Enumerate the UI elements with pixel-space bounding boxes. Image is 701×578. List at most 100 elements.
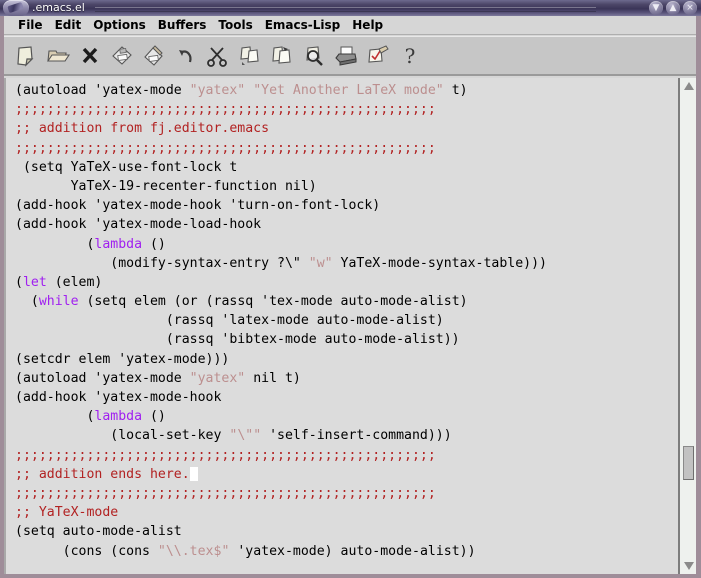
close-x-icon xyxy=(77,43,103,69)
code-line: (autoload 'yatex-mode "yatex" nil t) xyxy=(15,369,696,388)
code-token-comment: ;; addition ends here. xyxy=(15,466,190,482)
cut-button[interactable] xyxy=(202,39,234,73)
code-line: ;;;;;;;;;;;;;;;;;;;;;;;;;;;;;;;;;;;;;;;;… xyxy=(15,100,696,119)
code-line: (add-hook 'yatex-mode-hook xyxy=(15,388,696,407)
code-line: (lambda () xyxy=(15,407,696,426)
code-token-comment: ;;;;;;;;;;;;;;;;;;;;;;;;;;;;;;;;;;;;;;;;… xyxy=(15,485,436,501)
code-token-plain: nil t) xyxy=(245,370,301,386)
code-token-plain: (autoload 'yatex-mode xyxy=(15,370,190,386)
search-magnifier-icon xyxy=(301,43,327,69)
spellcheck-button[interactable] xyxy=(362,39,394,73)
window-controls: ▼ ▲ × xyxy=(649,1,697,15)
code-line: (while (setq elem (or (rassq 'tex-mode a… xyxy=(15,292,696,311)
code-line: ;; YaTeX-mode xyxy=(15,503,696,522)
code-token-string: "w" xyxy=(308,255,333,271)
paste-clipboard-icon xyxy=(269,43,295,69)
code-token-plain: () xyxy=(142,409,166,425)
code-token-plain: (add-hook 'yatex-mode-hook 'turn-on-font… xyxy=(15,198,381,214)
code-line: (rassq 'latex-mode auto-mode-alist) xyxy=(15,311,696,330)
code-token-plain: (autoload 'yatex-mode xyxy=(15,83,190,98)
code-token-plain: (modify-syntax-entry ?\" xyxy=(15,255,309,271)
title-bar-groove xyxy=(95,7,596,12)
new-file-icon xyxy=(13,43,39,69)
menu-item-emacs-lisp[interactable]: Emacs-Lisp xyxy=(259,16,347,34)
copy-pages-icon xyxy=(237,43,263,69)
menu-item-help[interactable]: Help xyxy=(346,16,389,34)
tool-bar: ? xyxy=(4,36,696,76)
close-buffer-button[interactable] xyxy=(74,39,106,73)
code-token-plain: t) xyxy=(443,83,468,98)
code-token-plain: ( xyxy=(15,236,95,252)
code-line: ;;;;;;;;;;;;;;;;;;;;;;;;;;;;;;;;;;;;;;;;… xyxy=(15,446,696,465)
code-token-plain: (add-hook 'yatex-mode-hook xyxy=(15,390,222,405)
menu-item-file[interactable]: File xyxy=(12,16,49,34)
left-fringe xyxy=(4,78,15,574)
paste-button[interactable] xyxy=(266,39,298,73)
code-line: (rassq 'bibtex-mode auto-mode-alist)) xyxy=(15,330,696,349)
menu-item-edit[interactable]: Edit xyxy=(49,16,88,34)
menu-bar: File Edit Options Buffers Tools Emacs-Li… xyxy=(4,16,696,35)
close-button[interactable]: × xyxy=(683,1,697,15)
code-line: (autoload 'yatex-mode "yatex" "Yet Anoth… xyxy=(15,81,696,100)
scroll-up-arrow[interactable] xyxy=(682,79,696,93)
code-token-plain: (cons (cons xyxy=(15,543,158,559)
code-token-keyword: while xyxy=(38,294,79,310)
code-token-plain: (setq auto-mode-alist xyxy=(15,524,182,540)
code-line: ;;;;;;;;;;;;;;;;;;;;;;;;;;;;;;;;;;;;;;;;… xyxy=(15,139,696,158)
code-text[interactable]: (autoload 'yatex-mode "yatex" "Yet Anoth… xyxy=(15,78,696,574)
code-token-comment: ;;;;;;;;;;;;;;;;;;;;;;;;;;;;;;;;;;;;;;;;… xyxy=(15,102,436,118)
save-disk-icon xyxy=(109,43,135,69)
code-token-plain: ( xyxy=(15,294,39,310)
code-token-plain: () xyxy=(142,236,166,252)
code-token-plain: 'yatex-mode) auto-mode-alist)) xyxy=(229,543,476,559)
search-button[interactable] xyxy=(298,39,330,73)
scroll-down-arrow[interactable] xyxy=(682,559,696,573)
code-token-plain: (setq elem (or (rassq 'tex-mode auto-mod… xyxy=(78,294,468,310)
code-token-comment: ;;;;;;;;;;;;;;;;;;;;;;;;;;;;;;;;;;;;;;;;… xyxy=(15,447,436,463)
close-glyph: × xyxy=(686,3,694,13)
code-line: ;; addition ends here. xyxy=(15,465,696,484)
code-line: (add-hook 'yatex-mode-load-hook xyxy=(15,215,696,234)
menu-item-options[interactable]: Options xyxy=(87,16,152,34)
menu-item-tools[interactable]: Tools xyxy=(212,16,258,34)
maximize-button[interactable]: ▲ xyxy=(666,1,680,15)
svg-text:?: ? xyxy=(405,44,416,68)
save-as-button[interactable] xyxy=(138,39,170,73)
undo-button[interactable] xyxy=(170,39,202,73)
open-folder-icon xyxy=(45,43,71,69)
code-token-plain: (rassq 'latex-mode auto-mode-alist) xyxy=(15,313,444,329)
text-buffer[interactable]: (autoload 'yatex-mode "yatex" "Yet Anoth… xyxy=(4,78,696,574)
code-line: (local-set-key "\"" 'self-insert-command… xyxy=(15,426,696,445)
code-token-plain: YaTeX-19-recenter-function nil) xyxy=(15,178,317,194)
print-button[interactable] xyxy=(330,39,362,73)
code-line: (setcdr elem 'yatex-mode))) xyxy=(15,350,696,369)
code-line: (let (elem) xyxy=(15,273,696,292)
code-token-comment: ;; YaTeX-mode xyxy=(15,505,119,521)
new-file-button[interactable] xyxy=(10,39,42,73)
scrollbar-thumb[interactable] xyxy=(683,446,694,480)
menu-item-buffers[interactable]: Buffers xyxy=(152,16,213,34)
code-line: (modify-syntax-entry ?\" "w" YaTeX-mode-… xyxy=(15,254,696,273)
text-cursor xyxy=(189,466,198,481)
code-token-comment: ;;;;;;;;;;;;;;;;;;;;;;;;;;;;;;;;;;;;;;;;… xyxy=(15,140,436,156)
minimize-button[interactable]: ▼ xyxy=(649,1,663,15)
code-token-keyword: lambda xyxy=(94,236,143,252)
code-token-string: "yatex" xyxy=(189,370,246,386)
code-token-string: "\"" xyxy=(229,428,262,444)
code-line: (setq YaTeX-use-font-lock t xyxy=(15,158,696,177)
cut-scissors-icon xyxy=(205,43,231,69)
save-button[interactable] xyxy=(106,39,138,73)
code-line: (cons (cons "\\.tex$" 'yatex-mode) auto-… xyxy=(15,542,696,561)
code-token-plain: ( xyxy=(15,274,23,290)
code-line: (setq auto-mode-alist xyxy=(15,522,696,541)
code-token-plain: (elem) xyxy=(46,274,103,290)
minimize-glyph: ▼ xyxy=(652,3,660,13)
help-button[interactable]: ? xyxy=(394,39,426,73)
title-bar[interactable]: .emacs.el ▼ ▲ × xyxy=(0,0,701,16)
open-file-button[interactable] xyxy=(42,39,74,73)
vertical-scrollbar[interactable] xyxy=(678,78,696,574)
code-line: ;; addition from fj.editor.emacs xyxy=(15,119,696,138)
code-token-plain: 'self-insert-command))) xyxy=(261,428,452,444)
copy-button[interactable] xyxy=(234,39,266,73)
code-token-string: "yatex" "Yet Another LaTeX mode" xyxy=(189,83,444,98)
